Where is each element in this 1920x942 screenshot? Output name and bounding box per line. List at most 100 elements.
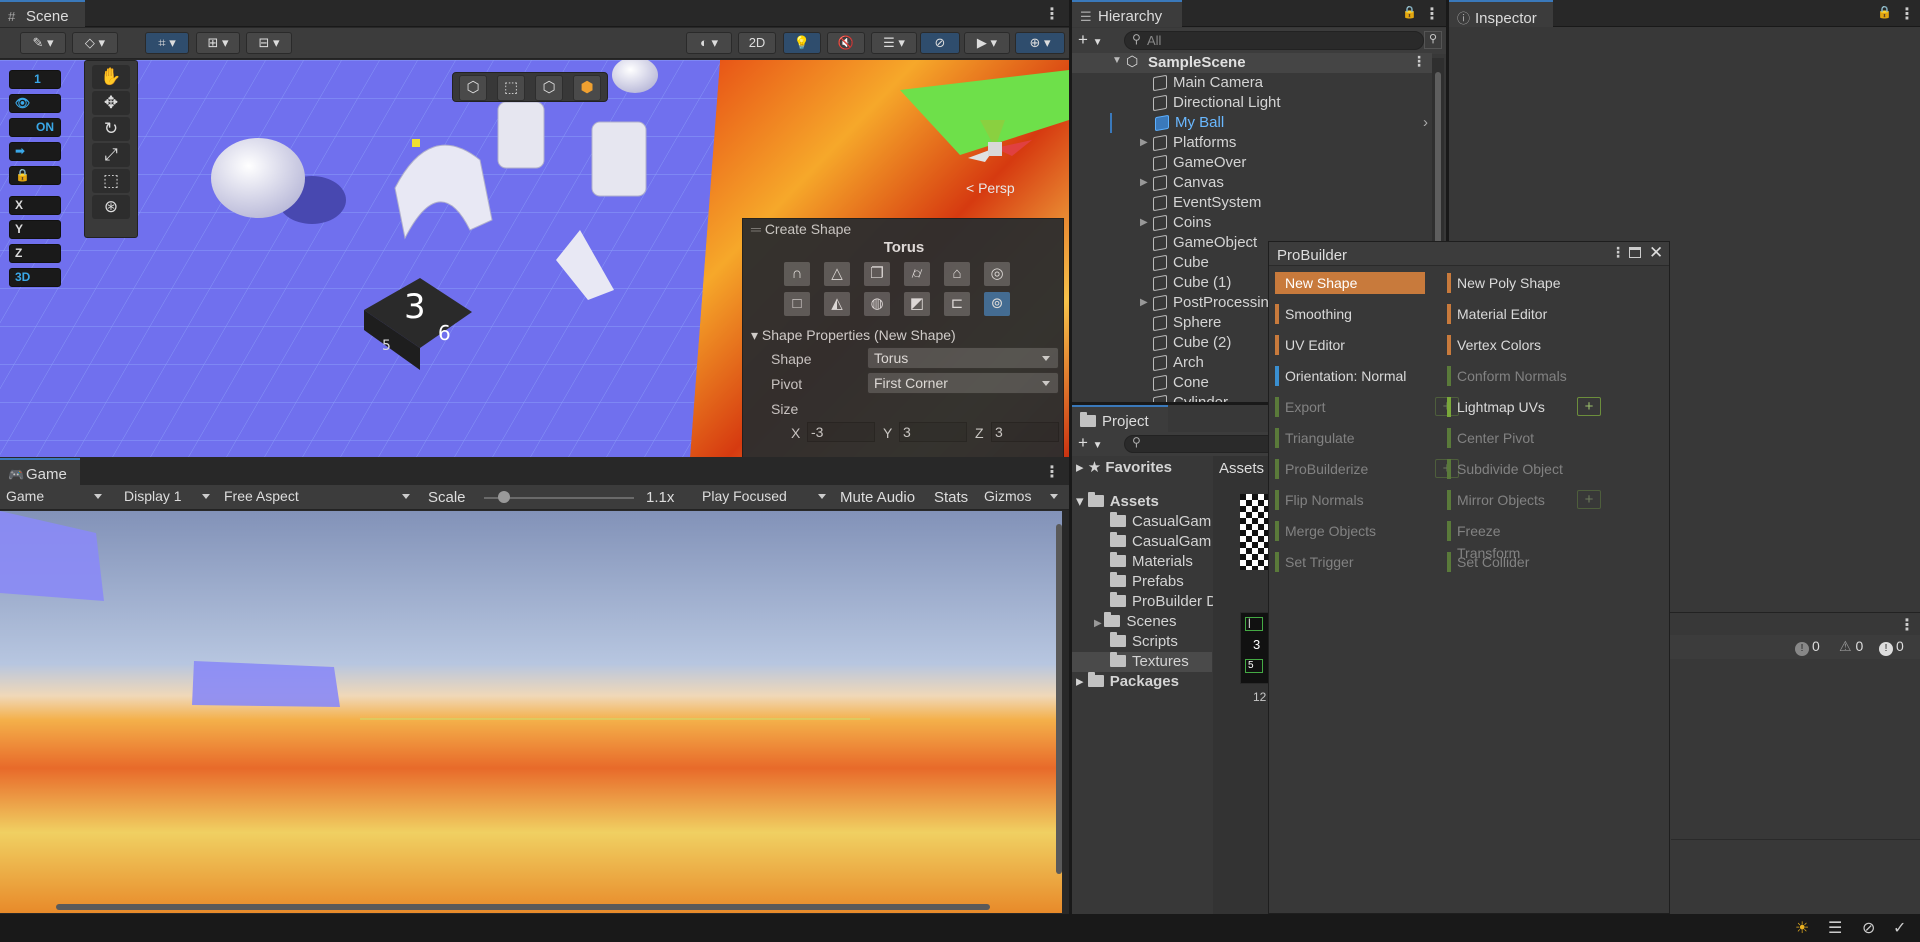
overlay-z-axis[interactable]: Z <box>9 244 61 263</box>
project-add-button[interactable]: + ▼ <box>1078 433 1103 453</box>
checker-texture-thumb[interactable] <box>1240 494 1270 570</box>
options-plus-icon[interactable]: + <box>1577 490 1601 509</box>
probuilder-button[interactable]: ProBuilderize <box>1275 458 1425 480</box>
camera-settings-icon[interactable]: ▶ ▾ <box>964 32 1010 54</box>
probuilder-button[interactable]: New Poly Shape <box>1447 272 1567 294</box>
shape-cylinder-icon[interactable]: ⌭ <box>903 261 931 287</box>
expand-arrow-icon[interactable]: ▶ <box>1140 173 1148 193</box>
inspector-menu-icon[interactable]: ⋮ <box>1899 4 1915 24</box>
shape-arch-icon[interactable]: ∩ <box>783 261 811 287</box>
increment-snap-button[interactable]: ⊟ ▾ <box>246 32 292 54</box>
hierarchy-item[interactable]: ▶ Platforms <box>1072 133 1432 153</box>
scale-slider-handle[interactable] <box>497 491 510 503</box>
asset-breadcrumb[interactable]: Assets <box>1219 460 1264 477</box>
edge-mode-icon[interactable]: ⬡ <box>535 75 563 101</box>
probuilder-button[interactable]: Flip Normals <box>1275 489 1425 511</box>
hierarchy-item[interactable]: My Ball › <box>1110 113 1432 133</box>
mute-audio-button[interactable]: Mute Audio <box>840 489 915 506</box>
shape-prism-icon[interactable]: ◭ <box>823 291 851 317</box>
console-menu-icon[interactable]: ⋮ <box>1899 615 1915 635</box>
overlay-3d-toggle[interactable]: 3D <box>9 268 61 287</box>
overlay-x-axis[interactable]: X <box>9 196 61 215</box>
probuilder-button[interactable]: Set Collider <box>1447 551 1567 573</box>
hierarchy-item[interactable]: Main Camera <box>1072 73 1432 93</box>
expand-arrow-icon[interactable]: ▶ <box>1140 213 1148 233</box>
shape-stairs-icon[interactable]: ⊏ <box>943 291 971 317</box>
chevron-right-icon[interactable]: › <box>1423 113 1428 133</box>
shape-torus-icon[interactable]: ⊚ <box>983 291 1011 317</box>
scene-row-menu-icon[interactable]: ⋮ <box>1412 53 1426 70</box>
hidden-objects-icon[interactable]: ⊘ <box>920 32 960 54</box>
shading-mode-button[interactable]: ◇ ▾ <box>72 32 118 54</box>
probuilder-button[interactable]: Smoothing <box>1275 303 1425 325</box>
probuilder-menu-icon[interactable]: ⋮ <box>1611 244 1625 261</box>
move-tool-icon[interactable]: ✥ <box>92 91 130 115</box>
tree-folder[interactable]: Prefabs <box>1110 572 1184 592</box>
transform-tool-icon[interactable]: ⊛ <box>92 195 130 219</box>
shape-sprite-icon[interactable]: ◩ <box>903 291 931 317</box>
overlay-y-axis[interactable]: Y <box>9 220 61 239</box>
tab-scene[interactable]: # Scene <box>0 0 85 27</box>
network-icon[interactable]: ⊘ <box>1862 918 1875 938</box>
tab-project[interactable]: Project <box>1072 405 1168 432</box>
probuilder-button[interactable]: Freeze Transform <box>1447 520 1567 561</box>
hierarchy-item[interactable]: EventSystem <box>1072 193 1432 213</box>
hand-tool-icon[interactable]: ✋ <box>92 65 130 89</box>
persp-label[interactable]: < Persp <box>966 180 1015 196</box>
audio-toggle-icon[interactable]: 🔇 <box>827 32 865 54</box>
warning-count-badge[interactable]: ⚠ 0 <box>1839 638 1863 655</box>
play-focused-dropdown[interactable]: Play Focused <box>696 486 834 508</box>
hierarchy-item[interactable]: ▶ Canvas <box>1072 173 1432 193</box>
close-icon[interactable]: ✕ <box>1649 243 1663 263</box>
game-vertical-scrollbar[interactable] <box>1056 524 1062 874</box>
overlay-on-toggle[interactable]: ON <box>9 118 61 137</box>
shape-dropdown[interactable]: Torus <box>867 347 1059 369</box>
probuilder-button[interactable]: Mirror Objects <box>1447 489 1567 511</box>
tree-folder[interactable]: Materials <box>1110 552 1193 572</box>
tab-game[interactable]: 🎮 Game <box>0 458 80 485</box>
size-x-field[interactable]: -3 <box>807 422 875 442</box>
options-plus-icon[interactable]: + <box>1577 397 1601 416</box>
probuilder-button[interactable]: New Shape <box>1275 272 1425 294</box>
effects-toggle-icon[interactable]: ☰ ▾ <box>871 32 917 54</box>
probuilder-button[interactable]: Orientation: Normal <box>1275 365 1425 387</box>
overlay-visibility-icon[interactable]: 👁 <box>9 94 61 113</box>
scale-tool-icon[interactable]: ⤢ <box>92 143 130 167</box>
expand-arrow-icon[interactable]: ▶ <box>1140 133 1148 153</box>
tree-folder[interactable]: CasualGam <box>1110 512 1211 532</box>
inspector-lock-icon[interactable]: 🔒 <box>1877 5 1892 19</box>
check-icon[interactable]: ✓ <box>1893 918 1906 938</box>
hierarchy-add-button[interactable]: + ▼ <box>1078 30 1103 50</box>
tree-folder[interactable]: CasualGam <box>1110 532 1211 552</box>
draw-mode-button[interactable]: ✎ ▾ <box>20 32 66 54</box>
shape-properties-foldout[interactable]: ▾ Shape Properties (New Shape) <box>751 327 956 344</box>
tree-folder[interactable]: Scripts <box>1110 632 1178 652</box>
gizmos-dropdown[interactable]: Gizmos <box>978 486 1066 508</box>
maximize-icon[interactable] <box>1629 247 1641 258</box>
tree-folder[interactable]: ▶ Scenes <box>1094 612 1177 632</box>
aspect-dropdown[interactable]: Free Aspect <box>218 486 418 508</box>
hierarchy-search-input[interactable]: All <box>1124 31 1424 50</box>
probuilder-button[interactable]: Conform Normals <box>1447 365 1567 387</box>
shape-plane-icon[interactable]: □ <box>783 291 811 317</box>
pivot-dropdown[interactable]: First Corner <box>867 372 1059 394</box>
size-z-field[interactable]: 3 <box>991 422 1059 442</box>
tab-inspector[interactable]: ⓘ Inspector <box>1449 0 1553 27</box>
vertex-mode-icon[interactable]: ⬚ <box>497 75 525 101</box>
tree-folder[interactable]: ProBuilder D <box>1110 592 1217 612</box>
probuilder-button[interactable]: Vertex Colors <box>1447 334 1567 356</box>
display-dropdown[interactable]: Display 1 <box>118 486 218 508</box>
tab-hierarchy[interactable]: ☰ Hierarchy <box>1072 0 1182 27</box>
face-mode-icon[interactable]: ⬢ <box>573 75 601 101</box>
tree-folder-selected[interactable]: Textures <box>1072 652 1212 672</box>
shape-pipe-icon[interactable]: ◎ <box>983 261 1011 287</box>
message-count-badge[interactable]: ! 0 <box>1879 638 1904 656</box>
shape-cube-icon[interactable]: ❐ <box>863 261 891 287</box>
probuilder-button[interactable]: Merge Objects <box>1275 520 1425 542</box>
hierarchy-item[interactable]: Directional Light <box>1072 93 1432 113</box>
game-horizontal-scrollbar[interactable] <box>56 904 990 910</box>
probuilder-button[interactable]: Set Trigger <box>1275 551 1425 573</box>
probuilder-button[interactable]: Export <box>1275 396 1425 418</box>
grid-snap-button[interactable]: ⌗ ▾ <box>145 32 189 54</box>
debug-icon[interactable]: ☀ <box>1795 918 1809 938</box>
